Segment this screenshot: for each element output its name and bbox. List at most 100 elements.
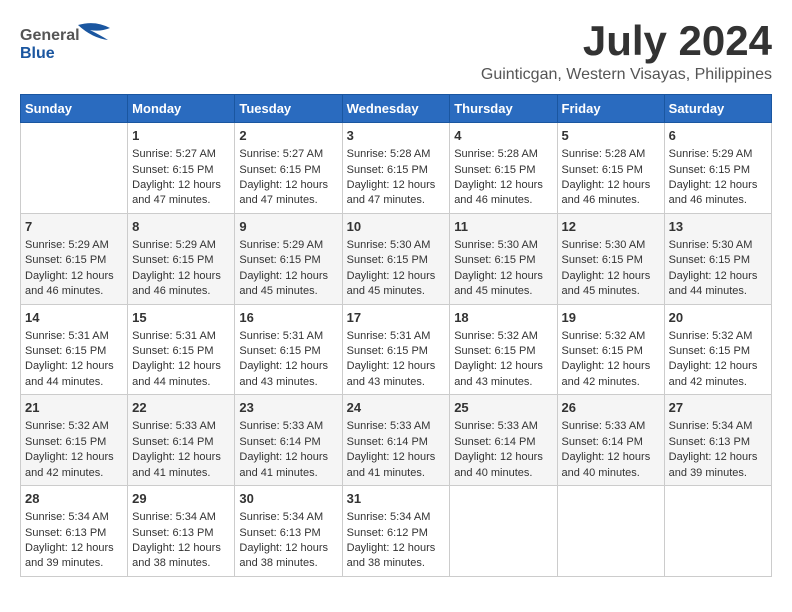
- day-number: 25: [454, 399, 552, 417]
- calendar-cell: 5Sunrise: 5:28 AMSunset: 6:15 PMDaylight…: [557, 123, 664, 214]
- cell-content-line: Daylight: 12 hours: [562, 450, 660, 465]
- cell-content-line: Daylight: 12 hours: [454, 269, 552, 284]
- cell-content-line: Sunset: 6:15 PM: [562, 163, 660, 178]
- cell-content-line: and 43 minutes.: [239, 375, 337, 390]
- day-number: 24: [347, 399, 446, 417]
- calendar-cell: 18Sunrise: 5:32 AMSunset: 6:15 PMDayligh…: [450, 304, 557, 395]
- cell-content-line: Sunrise: 5:29 AM: [239, 238, 337, 253]
- day-number: 3: [347, 127, 446, 145]
- day-number: 22: [132, 399, 230, 417]
- calendar-week-row: 14Sunrise: 5:31 AMSunset: 6:15 PMDayligh…: [21, 304, 772, 395]
- cell-content-line: Sunset: 6:15 PM: [454, 344, 552, 359]
- cell-content-line: Sunrise: 5:31 AM: [132, 329, 230, 344]
- calendar-cell: [21, 123, 128, 214]
- cell-content-line: and 45 minutes.: [454, 284, 552, 299]
- calendar-cell: 10Sunrise: 5:30 AMSunset: 6:15 PMDayligh…: [342, 213, 450, 304]
- weekday-header: Tuesday: [235, 95, 342, 123]
- cell-content-line: Daylight: 12 hours: [347, 541, 446, 556]
- cell-content-line: Daylight: 12 hours: [669, 269, 767, 284]
- cell-content-line: Sunset: 6:14 PM: [454, 435, 552, 450]
- calendar-cell: 2Sunrise: 5:27 AMSunset: 6:15 PMDaylight…: [235, 123, 342, 214]
- cell-content-line: Sunset: 6:13 PM: [669, 435, 767, 450]
- cell-content-line: Sunrise: 5:27 AM: [132, 147, 230, 162]
- calendar-cell: 22Sunrise: 5:33 AMSunset: 6:14 PMDayligh…: [128, 395, 235, 486]
- cell-content-line: and 38 minutes.: [239, 556, 337, 571]
- calendar-cell: 27 Sunrise: 5:34 AMSunset: 6:13 PMDayligh…: [664, 395, 771, 486]
- day-number: 14: [25, 309, 123, 327]
- cell-content-line: Daylight: 12 hours: [25, 359, 123, 374]
- cell-content-line: Sunrise: 5:30 AM: [454, 238, 552, 253]
- cell-content-line: Daylight: 12 hours: [562, 269, 660, 284]
- cell-content-line: Sunrise: 5:33 AM: [347, 419, 446, 434]
- cell-content-line: and 44 minutes.: [132, 375, 230, 390]
- cell-content-line: Sunrise: 5:32 AM: [25, 419, 123, 434]
- weekday-header: Thursday: [450, 95, 557, 123]
- weekday-row: SundayMondayTuesdayWednesdayThursdayFrid…: [21, 95, 772, 123]
- cell-content-line: Sunset: 6:15 PM: [669, 163, 767, 178]
- calendar-cell: 9Sunrise: 5:29 AMSunset: 6:15 PMDaylight…: [235, 213, 342, 304]
- calendar-cell: 15Sunrise: 5:31 AMSunset: 6:15 PMDayligh…: [128, 304, 235, 395]
- cell-content-line: Daylight: 12 hours: [239, 450, 337, 465]
- cell-content-line: Sunset: 6:12 PM: [347, 526, 446, 541]
- cell-content-line: Sunrise: 5:27 AM: [239, 147, 337, 162]
- cell-content-line: Sunset: 6:15 PM: [347, 344, 446, 359]
- day-number: 10: [347, 218, 446, 236]
- cell-content-line: Sunrise: 5:34 AM: [669, 419, 767, 434]
- calendar-cell: 12Sunrise: 5:30 AMSunset: 6:15 PMDayligh…: [557, 213, 664, 304]
- day-number: 28: [25, 490, 123, 508]
- cell-content-line: Sunset: 6:15 PM: [132, 163, 230, 178]
- calendar-cell: 7Sunrise: 5:29 AMSunset: 6:15 PMDaylight…: [21, 213, 128, 304]
- cell-content-line: Sunset: 6:14 PM: [347, 435, 446, 450]
- cell-content-line: Sunset: 6:14 PM: [562, 435, 660, 450]
- cell-content-line: Daylight: 12 hours: [25, 450, 123, 465]
- cell-content-line: Sunrise: 5:32 AM: [454, 329, 552, 344]
- cell-content-line: Daylight: 12 hours: [239, 178, 337, 193]
- cell-content-line: and 46 minutes.: [562, 193, 660, 208]
- svg-text:General: General: [20, 27, 80, 44]
- cell-content-line: Sunset: 6:15 PM: [347, 253, 446, 268]
- calendar-cell: [450, 486, 557, 577]
- cell-content-line: Sunrise: 5:33 AM: [132, 419, 230, 434]
- cell-content-line: and 44 minutes.: [25, 375, 123, 390]
- cell-content-line: Daylight: 12 hours: [239, 269, 337, 284]
- cell-content-line: and 46 minutes.: [25, 284, 123, 299]
- cell-content-line: and 46 minutes.: [454, 193, 552, 208]
- calendar-cell: 6Sunrise: 5:29 AMSunset: 6:15 PMDaylight…: [664, 123, 771, 214]
- cell-content-line: Daylight: 12 hours: [239, 359, 337, 374]
- cell-content-line: Sunset: 6:14 PM: [132, 435, 230, 450]
- cell-content-line: Sunrise: 5:28 AM: [347, 147, 446, 162]
- day-number: 23: [239, 399, 337, 417]
- weekday-header: Saturday: [664, 95, 771, 123]
- day-number: 27: [669, 399, 767, 417]
- cell-content-line: Daylight: 12 hours: [132, 178, 230, 193]
- cell-content-line: Sunrise: 5:34 AM: [239, 510, 337, 525]
- day-number: 30: [239, 490, 337, 508]
- cell-content-line: and 46 minutes.: [669, 193, 767, 208]
- cell-content-line: Daylight: 12 hours: [347, 359, 446, 374]
- cell-content-line: Daylight: 12 hours: [347, 178, 446, 193]
- cell-content-line: Sunrise: 5:34 AM: [132, 510, 230, 525]
- calendar-table: SundayMondayTuesdayWednesdayThursdayFrid…: [20, 94, 772, 577]
- cell-content-line: Sunset: 6:15 PM: [454, 163, 552, 178]
- cell-content-line: Daylight: 12 hours: [25, 269, 123, 284]
- day-number: 9: [239, 218, 337, 236]
- title-area: July 2024 Guinticgan, Western Visayas, P…: [481, 20, 772, 84]
- cell-content-line: Sunset: 6:15 PM: [562, 344, 660, 359]
- cell-content-line: Daylight: 12 hours: [669, 450, 767, 465]
- logo-svg: General Blue: [20, 20, 120, 65]
- day-number: 17: [347, 309, 446, 327]
- cell-content-line: and 47 minutes.: [132, 193, 230, 208]
- calendar-week-row: 7Sunrise: 5:29 AMSunset: 6:15 PMDaylight…: [21, 213, 772, 304]
- cell-content-line: Sunrise: 5:30 AM: [669, 238, 767, 253]
- cell-content-line: Daylight: 12 hours: [454, 450, 552, 465]
- cell-content-line: Daylight: 12 hours: [132, 541, 230, 556]
- cell-content-line: Sunrise: 5:29 AM: [132, 238, 230, 253]
- cell-content-line: Sunrise: 5:32 AM: [669, 329, 767, 344]
- cell-content-line: Daylight: 12 hours: [132, 359, 230, 374]
- cell-content-line: and 43 minutes.: [347, 375, 446, 390]
- calendar-cell: 30Sunrise: 5:34 AMSunset: 6:13 PMDayligh…: [235, 486, 342, 577]
- calendar-cell: [557, 486, 664, 577]
- cell-content-line: and 47 minutes.: [347, 193, 446, 208]
- cell-content-line: Daylight: 12 hours: [669, 359, 767, 374]
- day-number: 18: [454, 309, 552, 327]
